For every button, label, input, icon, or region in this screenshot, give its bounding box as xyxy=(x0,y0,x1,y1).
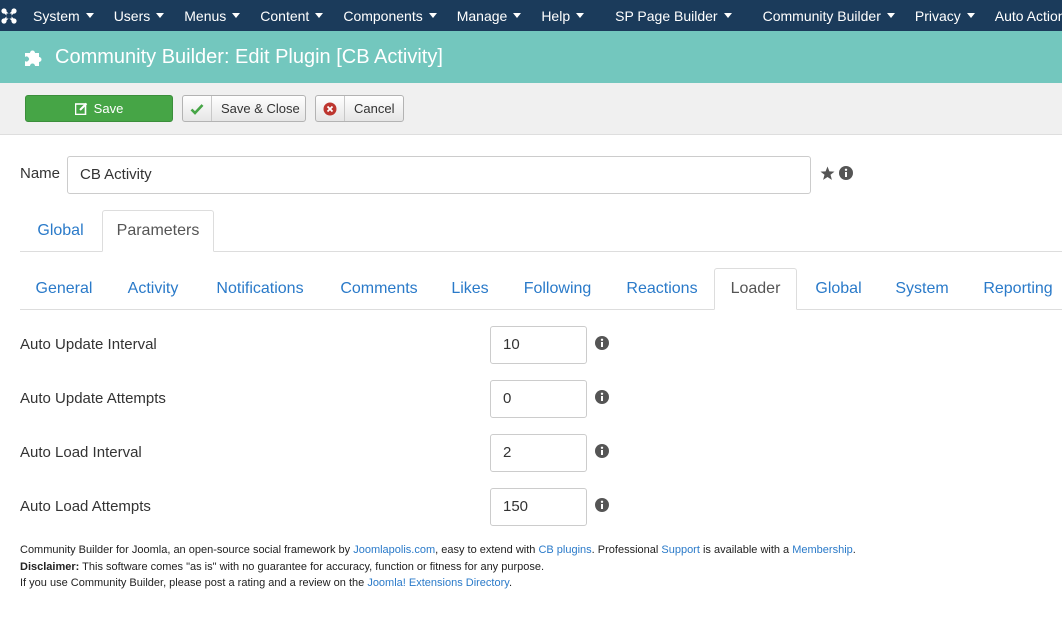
footer: Community Builder for Joomla, an open-so… xyxy=(20,542,856,592)
auto-load-interval-input[interactable]: 2 xyxy=(490,434,587,472)
save-close-button[interactable]: Save & Close xyxy=(182,95,306,122)
tab-notifications[interactable]: Notifications xyxy=(198,268,322,310)
nav-sp-page-builder[interactable]: SP Page Builder xyxy=(615,0,742,31)
caret-down-icon xyxy=(315,13,324,18)
save-button-label: Save xyxy=(93,101,124,116)
footer-line-1: Community Builder for Joomla, an open-so… xyxy=(20,544,856,556)
tab-general[interactable]: General xyxy=(20,268,108,310)
nav-privacy[interactable]: Privacy xyxy=(915,0,986,31)
auto-update-interval-label: Auto Update Interval xyxy=(20,336,157,353)
save-close-label: Save & Close xyxy=(221,101,300,116)
nav-community-builder[interactable]: Community Builder xyxy=(763,0,906,31)
puzzle-icon xyxy=(25,50,42,66)
caret-down-icon xyxy=(513,13,522,18)
info-icon[interactable] xyxy=(839,166,853,180)
nav-help[interactable]: Help xyxy=(541,0,595,31)
auto-load-interval-label: Auto Load Interval xyxy=(20,444,142,461)
cancel-icon xyxy=(316,96,345,121)
tab-global[interactable]: Global xyxy=(20,210,101,252)
caret-down-icon xyxy=(156,13,165,18)
tab-system[interactable]: System xyxy=(880,268,964,310)
info-icon[interactable] xyxy=(595,336,609,350)
caret-down-icon xyxy=(886,13,895,18)
membership-link[interactable]: Membership xyxy=(792,544,853,556)
save-button[interactable]: Save xyxy=(25,95,173,122)
support-link[interactable]: Support xyxy=(661,544,700,556)
joomlapolis-link[interactable]: Joomlapolis.com xyxy=(353,544,435,556)
nav-system[interactable]: System xyxy=(33,0,105,31)
auto-update-attempts-input[interactable]: 0 xyxy=(490,380,587,418)
parameter-tabs: General Activity Notifications Comments … xyxy=(20,268,1062,310)
info-icon[interactable] xyxy=(595,390,609,404)
nav-auto-actions[interactable]: Auto Actions xyxy=(995,0,1062,31)
tab-reporting[interactable]: Reporting xyxy=(965,268,1062,310)
cancel-label: Cancel xyxy=(354,101,395,116)
footer-line-3: If you use Community Builder, please pos… xyxy=(20,577,512,589)
nav-components[interactable]: Components xyxy=(343,0,447,31)
caret-down-icon xyxy=(428,13,437,18)
tab-likes[interactable]: Likes xyxy=(436,268,504,310)
auto-update-attempts-label: Auto Update Attempts xyxy=(20,390,166,407)
toolbar: Save Save & Close Cancel xyxy=(0,83,1062,135)
check-icon xyxy=(183,96,212,121)
auto-load-attempts-label: Auto Load Attempts xyxy=(20,498,151,515)
caret-down-icon xyxy=(723,13,732,18)
tab-following[interactable]: Following xyxy=(505,268,610,310)
joomla-logo-icon[interactable] xyxy=(0,0,18,31)
tab-reactions[interactable]: Reactions xyxy=(611,268,713,310)
jed-link[interactable]: Joomla! Extensions Directory xyxy=(367,577,509,589)
tab-global-sub[interactable]: Global xyxy=(798,268,879,310)
tab-comments[interactable]: Comments xyxy=(323,268,435,310)
page-header: Community Builder: Edit Plugin [CB Activ… xyxy=(0,31,1062,83)
auto-update-interval-input[interactable]: 10 xyxy=(490,326,587,364)
cancel-button[interactable]: Cancel xyxy=(315,95,404,122)
footer-disclaimer: Disclaimer: This software comes "as is" … xyxy=(20,560,545,573)
nav-menus[interactable]: Menus xyxy=(184,0,251,31)
nav-users[interactable]: Users xyxy=(114,0,176,31)
name-input[interactable]: CB Activity xyxy=(67,156,811,194)
info-icon[interactable] xyxy=(595,498,609,512)
caret-down-icon xyxy=(576,13,585,18)
tab-loader[interactable]: Loader xyxy=(714,268,797,310)
star-icon[interactable] xyxy=(820,166,835,181)
main-tabs: Global Parameters xyxy=(20,210,1062,252)
tab-parameters[interactable]: Parameters xyxy=(102,210,214,252)
caret-down-icon xyxy=(85,13,94,18)
name-label: Name xyxy=(20,165,61,182)
tab-activity[interactable]: Activity xyxy=(109,268,197,310)
cb-plugins-link[interactable]: CB plugins xyxy=(538,544,591,556)
edit-icon xyxy=(74,102,87,115)
nav-manage[interactable]: Manage xyxy=(457,0,533,31)
auto-load-attempts-input[interactable]: 150 xyxy=(490,488,587,526)
page-title: Community Builder: Edit Plugin [CB Activ… xyxy=(55,45,443,68)
info-icon[interactable] xyxy=(595,444,609,458)
caret-down-icon xyxy=(232,13,241,18)
top-navbar: System Users Menus Content Components Ma… xyxy=(0,0,1062,31)
caret-down-icon xyxy=(966,13,975,18)
nav-content[interactable]: Content xyxy=(260,0,334,31)
